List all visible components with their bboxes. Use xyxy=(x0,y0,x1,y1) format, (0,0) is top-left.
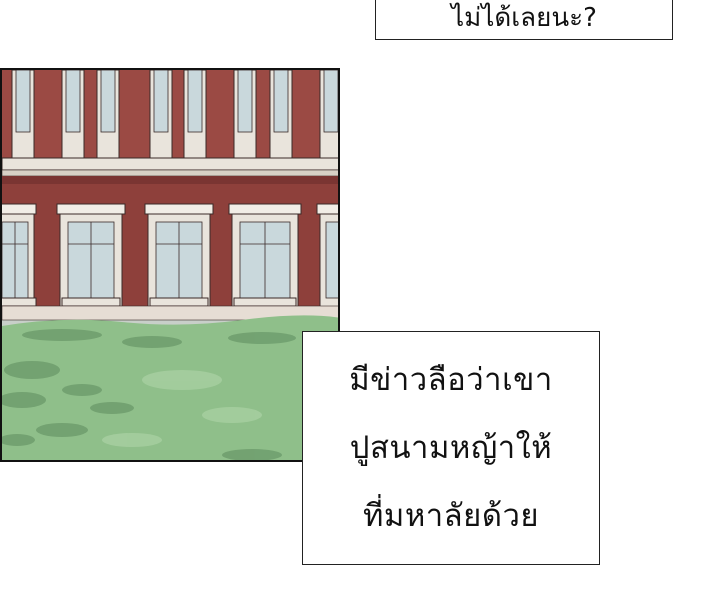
building-lawn-panel xyxy=(0,68,340,462)
narration-line-2: ปูสนามหญ้าให้ xyxy=(349,430,553,466)
narration-line-1: มีข่าวลือว่าเขา xyxy=(349,362,553,398)
top-caption-text: ไม่ได้เลยนะ? xyxy=(451,3,597,33)
top-speech-box: ไม่ได้เลยนะ? xyxy=(375,0,673,40)
narration-line-3: ที่มหาลัยด้วย xyxy=(362,498,540,534)
narration-box: มีข่าวลือว่าเขา ปูสนามหญ้าให้ ที่มหาลัยด… xyxy=(302,331,600,565)
building-illustration xyxy=(2,70,338,460)
